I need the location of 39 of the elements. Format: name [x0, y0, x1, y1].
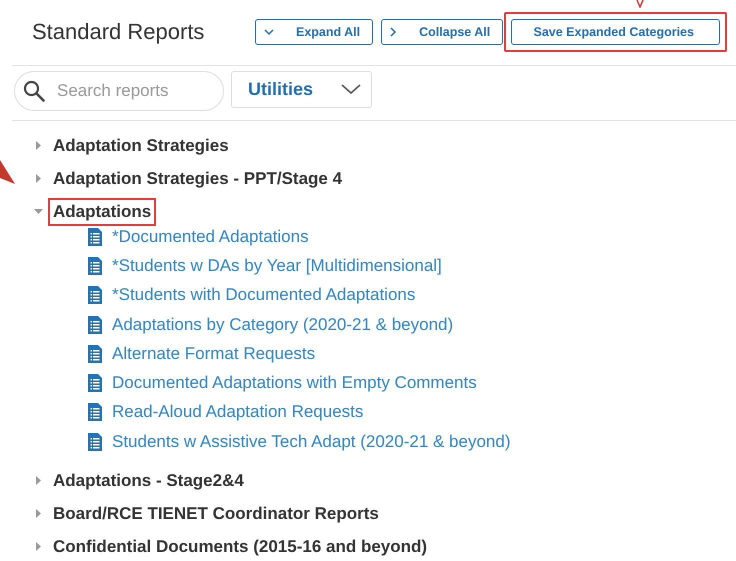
document-list-icon [88, 403, 102, 422]
category-label[interactable]: Adaptation Strategies [51, 134, 231, 156]
category-label[interactable]: Board/RCE TIENET Coordinator Reports [51, 502, 381, 525]
chevron-down-icon [264, 28, 274, 36]
document-list-icon [88, 344, 102, 363]
document-list-icon [88, 316, 102, 334]
category-label[interactable]: Confidential Documents (2015-16 and beyond) [51, 536, 430, 558]
report-link[interactable]: *Documented Adaptations [112, 226, 309, 247]
caret-right-icon[interactable] [34, 542, 43, 552]
toolbar-button[interactable]: Expand All [255, 19, 374, 45]
document-list-icon [88, 256, 102, 275]
report-link[interactable]: *Students w DAs by Year [Multidimensional] [112, 256, 442, 276]
category-label[interactable]: Adaptation Strategies - PPT/Stage 4 [51, 168, 344, 190]
search-icon [23, 80, 45, 102]
caret-right-icon[interactable] [34, 141, 43, 150]
document-list-icon [88, 432, 102, 451]
report-link[interactable]: Students w Assistive Tech Adapt (2020-21 & beyond) [112, 432, 510, 452]
report-link[interactable]: Adaptations by Category (2020-21 & beyond) [112, 314, 454, 335]
category-dropdown[interactable]: Utilities [231, 71, 372, 108]
annotation-arrow [0, 160, 16, 186]
search-field[interactable]: Search reports [14, 71, 224, 111]
toolbar-button[interactable]: Collapse All [381, 19, 504, 45]
report-link[interactable]: Documented Adaptations with Empty Comments [112, 373, 477, 394]
category-label[interactable]: Adaptations [51, 200, 154, 222]
document-list-icon [88, 374, 102, 392]
page-title: Standard Reports [32, 19, 206, 45]
report-link[interactable]: *Students with Documented Adaptations [112, 285, 416, 306]
report-link[interactable]: Read-Aloud Adaptation Requests [112, 402, 364, 422]
report-link[interactable]: Alternate Format Requests [112, 344, 316, 364]
chevron-right-icon [390, 27, 398, 37]
chevron-down-icon [341, 84, 361, 95]
caret-right-icon[interactable] [34, 476, 43, 486]
caret-down-icon[interactable] [34, 207, 43, 216]
document-list-icon [88, 286, 102, 304]
caret-right-icon[interactable] [34, 509, 43, 518]
category-label[interactable]: Adaptations - Stage2&4 [51, 470, 246, 492]
document-list-icon [88, 228, 102, 246]
toolbar-button[interactable]: Save Expanded Categories [511, 19, 720, 45]
caret-right-icon[interactable] [34, 174, 43, 183]
